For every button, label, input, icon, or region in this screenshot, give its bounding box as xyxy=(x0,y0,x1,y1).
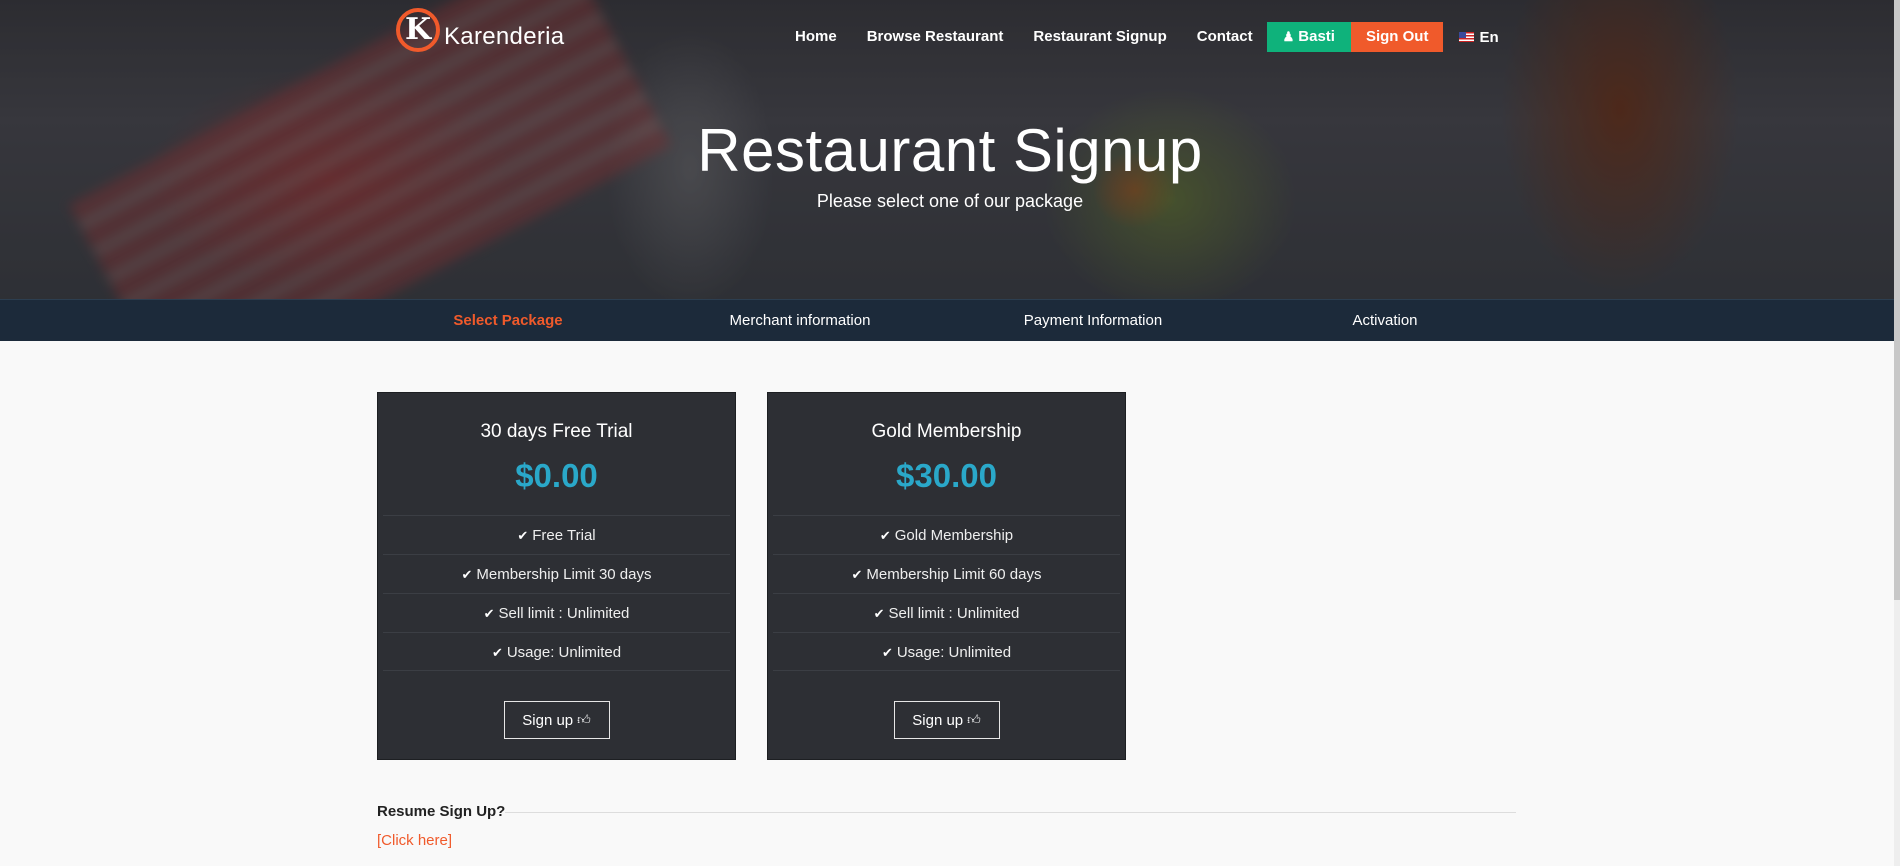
sign-up-button-free-trial[interactable]: Sign up 👍︎ xyxy=(503,701,610,739)
nav-contact[interactable]: Contact xyxy=(1197,22,1253,52)
language-selector[interactable]: En xyxy=(1459,28,1499,46)
plan-feature: ✔ Sell limit : Unlimited xyxy=(383,593,730,632)
check-icon: ✔ xyxy=(461,567,473,582)
plan-features: ✔ Gold Membership ✔ Membership Limit 60 da… xyxy=(773,515,1120,671)
scrollbar-thumb[interactable] xyxy=(1894,0,1900,600)
check-icon: ✔ xyxy=(483,606,495,621)
check-icon: ✔ xyxy=(879,528,891,543)
scrollbar[interactable] xyxy=(1894,0,1900,866)
thumbs-up-icon: 👍︎ xyxy=(577,712,591,727)
step-payment-information: Payment Information xyxy=(1023,312,1163,329)
plan-price: $30.00 xyxy=(896,457,997,494)
check-icon: ✔ xyxy=(881,645,893,660)
resume-signup-link[interactable]: [Click here] xyxy=(377,832,452,849)
check-icon: ✔ xyxy=(517,528,529,543)
plan-title: 30 days Free Trial xyxy=(480,421,633,442)
logo-mark-icon: K xyxy=(396,8,440,52)
check-icon: ✔ xyxy=(851,567,863,582)
thumbs-up-icon: 👍︎ xyxy=(967,712,981,727)
plan-card-gold-membership: Gold Membership $30.00 ✔ Gold Membership … xyxy=(767,392,1126,760)
step-select-package: Select Package xyxy=(453,312,563,329)
plan-feature: ✔ Gold Membership xyxy=(773,515,1120,554)
plan-feature: ✔ Sell limit : Unlimited xyxy=(773,593,1120,632)
check-icon: ✔ xyxy=(873,606,885,621)
plan-feature: ✔ Membership Limit 60 days xyxy=(773,554,1120,593)
plan-card-free-trial: 30 days Free Trial $0.00 ✔ Free Trial ✔ Me… xyxy=(377,392,736,760)
plan-feature: ✔ Membership Limit 30 days xyxy=(383,554,730,593)
step-merchant-information: Merchant information xyxy=(729,312,871,329)
signup-steps: Select Package Merchant information Paym… xyxy=(0,299,1900,341)
sign-up-button-gold-membership[interactable]: Sign up 👍︎ xyxy=(893,701,1000,739)
nav-home[interactable]: Home xyxy=(795,22,837,52)
plan-features: ✔ Free Trial ✔ Membership Limit 30 days ✔ S… xyxy=(383,515,730,671)
user-icon: ♟ xyxy=(1282,29,1295,44)
hero-banner: K Karenderia Home Browse Restaurant Rest… xyxy=(0,0,1900,300)
nav-restaurant-signup[interactable]: Restaurant Signup xyxy=(1033,22,1166,52)
plan-price: $0.00 xyxy=(515,457,598,494)
resume-signup-heading: Resume Sign Up? xyxy=(377,803,506,820)
user-name: Basti xyxy=(1298,28,1335,45)
page-title: Restaurant Signup xyxy=(697,117,1203,184)
us-flag-icon xyxy=(1459,32,1475,42)
page-subtitle: Please select one of our package xyxy=(816,191,1084,211)
nav-browse-restaurant[interactable]: Browse Restaurant xyxy=(867,22,1004,52)
plan-title: Gold Membership xyxy=(871,421,1022,442)
language-label: En xyxy=(1479,28,1499,46)
sign-out-button[interactable]: Sign Out xyxy=(1350,22,1444,52)
plan-feature: ✔ Usage: Unlimited xyxy=(383,632,730,671)
top-navigation: Home Browse Restaurant Restaurant Signup… xyxy=(795,22,1499,52)
logo-text: Karenderia xyxy=(444,23,565,50)
plan-feature: ✔ Free Trial xyxy=(383,515,730,554)
step-activation: Activation xyxy=(1352,312,1418,329)
logo[interactable]: K Karenderia xyxy=(396,8,564,52)
plan-feature: ✔ Usage: Unlimited xyxy=(773,632,1120,671)
divider xyxy=(505,812,1516,813)
user-account-button[interactable]: ♟ Basti xyxy=(1266,22,1351,52)
check-icon: ✔ xyxy=(491,645,503,660)
